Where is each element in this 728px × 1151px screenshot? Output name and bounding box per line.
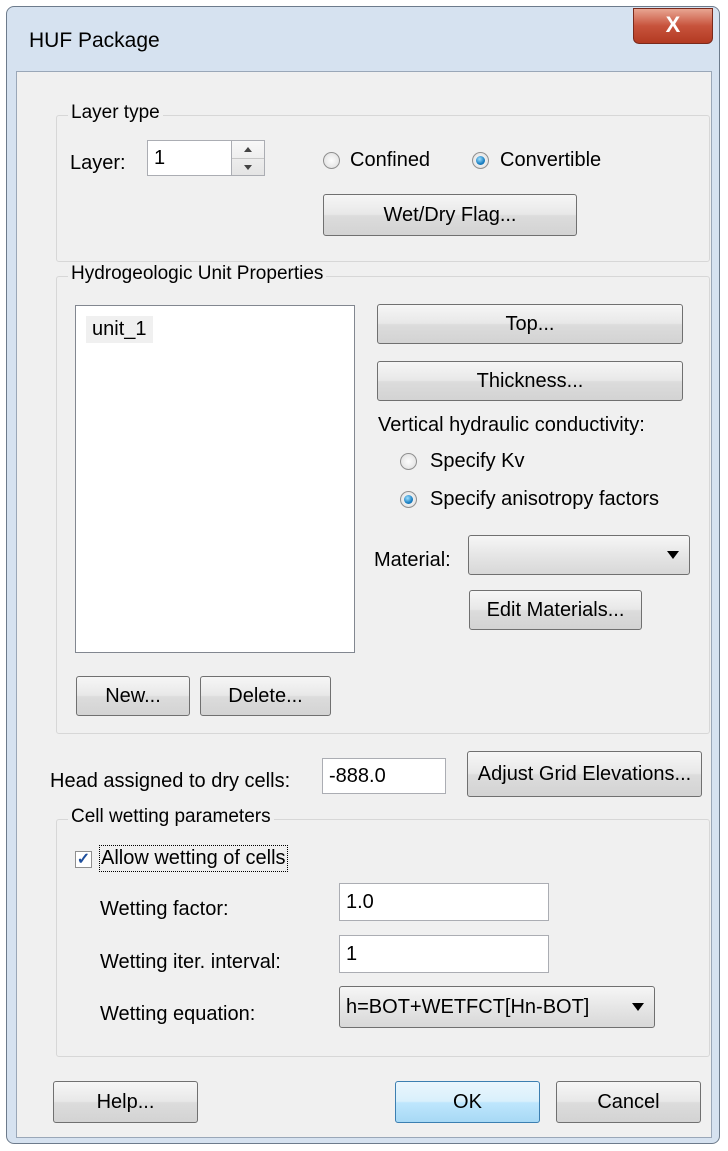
vertical-conductivity-label: Vertical hydraulic conductivity:	[378, 414, 645, 436]
dry-cells-input[interactable]: -888.0	[322, 758, 446, 794]
convertible-radio[interactable]	[472, 152, 489, 169]
allow-wetting-checkbox[interactable]: ✓	[75, 851, 92, 868]
wetting-factor-input[interactable]: 1.0	[339, 883, 549, 921]
cancel-button[interactable]: Cancel	[556, 1081, 701, 1123]
edit-materials-button[interactable]: Edit Materials...	[469, 590, 642, 630]
list-item[interactable]: unit_1	[86, 316, 153, 343]
material-dropdown[interactable]	[468, 535, 690, 575]
window-title: HUF Package	[29, 29, 160, 52]
delete-unit-button[interactable]: Delete...	[200, 676, 331, 716]
close-button[interactable]: X	[633, 8, 713, 44]
adjust-grid-elevations-button[interactable]: Adjust Grid Elevations...	[467, 751, 702, 797]
specify-anisotropy-label[interactable]: Specify anisotropy factors	[430, 488, 659, 511]
layer-spinner[interactable]	[231, 140, 265, 176]
dry-cells-label: Head assigned to dry cells:	[50, 770, 291, 792]
wetting-interval-label: Wetting iter. interval:	[100, 951, 281, 973]
chevron-down-icon	[632, 1003, 644, 1011]
wetting-interval-input[interactable]: 1	[339, 935, 549, 973]
chevron-down-icon	[667, 551, 679, 559]
hydro-units-group-label: Hydrogeologic Unit Properties	[68, 263, 327, 285]
material-label: Material:	[374, 549, 451, 571]
layer-type-group	[56, 115, 710, 262]
wet-dry-flag-button[interactable]: Wet/Dry Flag...	[323, 194, 577, 236]
close-icon: X	[665, 12, 681, 37]
layer-spin-input[interactable]: 1	[147, 140, 231, 176]
dialog-window: HUF Package X Layer type Layer: 1 Confin…	[6, 6, 720, 1144]
title-bar[interactable]: HUF Package X	[7, 7, 719, 71]
specify-kv-radio[interactable]	[400, 453, 417, 470]
confined-radio[interactable]	[323, 152, 340, 169]
thickness-button[interactable]: Thickness...	[377, 361, 683, 401]
specify-anisotropy-radio[interactable]	[400, 491, 417, 508]
help-button[interactable]: Help...	[53, 1081, 198, 1123]
wetting-group-label: Cell wetting parameters	[68, 806, 274, 828]
convertible-label[interactable]: Convertible	[500, 149, 601, 172]
layer-type-group-label: Layer type	[68, 102, 163, 124]
layer-label: Layer:	[70, 152, 126, 174]
top-button[interactable]: Top...	[377, 304, 683, 344]
specify-kv-label[interactable]: Specify Kv	[430, 450, 524, 473]
confined-label[interactable]: Confined	[350, 149, 430, 172]
unit-listbox[interactable]: unit_1	[75, 305, 355, 653]
dialog-client-area: Layer type Layer: 1 Confined Convertible…	[16, 71, 712, 1138]
new-unit-button[interactable]: New...	[76, 676, 190, 716]
spin-down-icon[interactable]	[232, 158, 264, 175]
spin-up-icon[interactable]	[232, 141, 264, 158]
wetting-factor-label: Wetting factor:	[100, 898, 229, 920]
wetting-equation-dropdown[interactable]: h=BOT+WETFCT[Hn-BOT]	[339, 986, 655, 1028]
allow-wetting-label[interactable]: Allow wetting of cells	[99, 845, 288, 872]
wetting-equation-label: Wetting equation:	[100, 1003, 256, 1025]
ok-button[interactable]: OK	[395, 1081, 540, 1123]
wetting-equation-value: h=BOT+WETFCT[Hn-BOT]	[346, 996, 590, 1018]
